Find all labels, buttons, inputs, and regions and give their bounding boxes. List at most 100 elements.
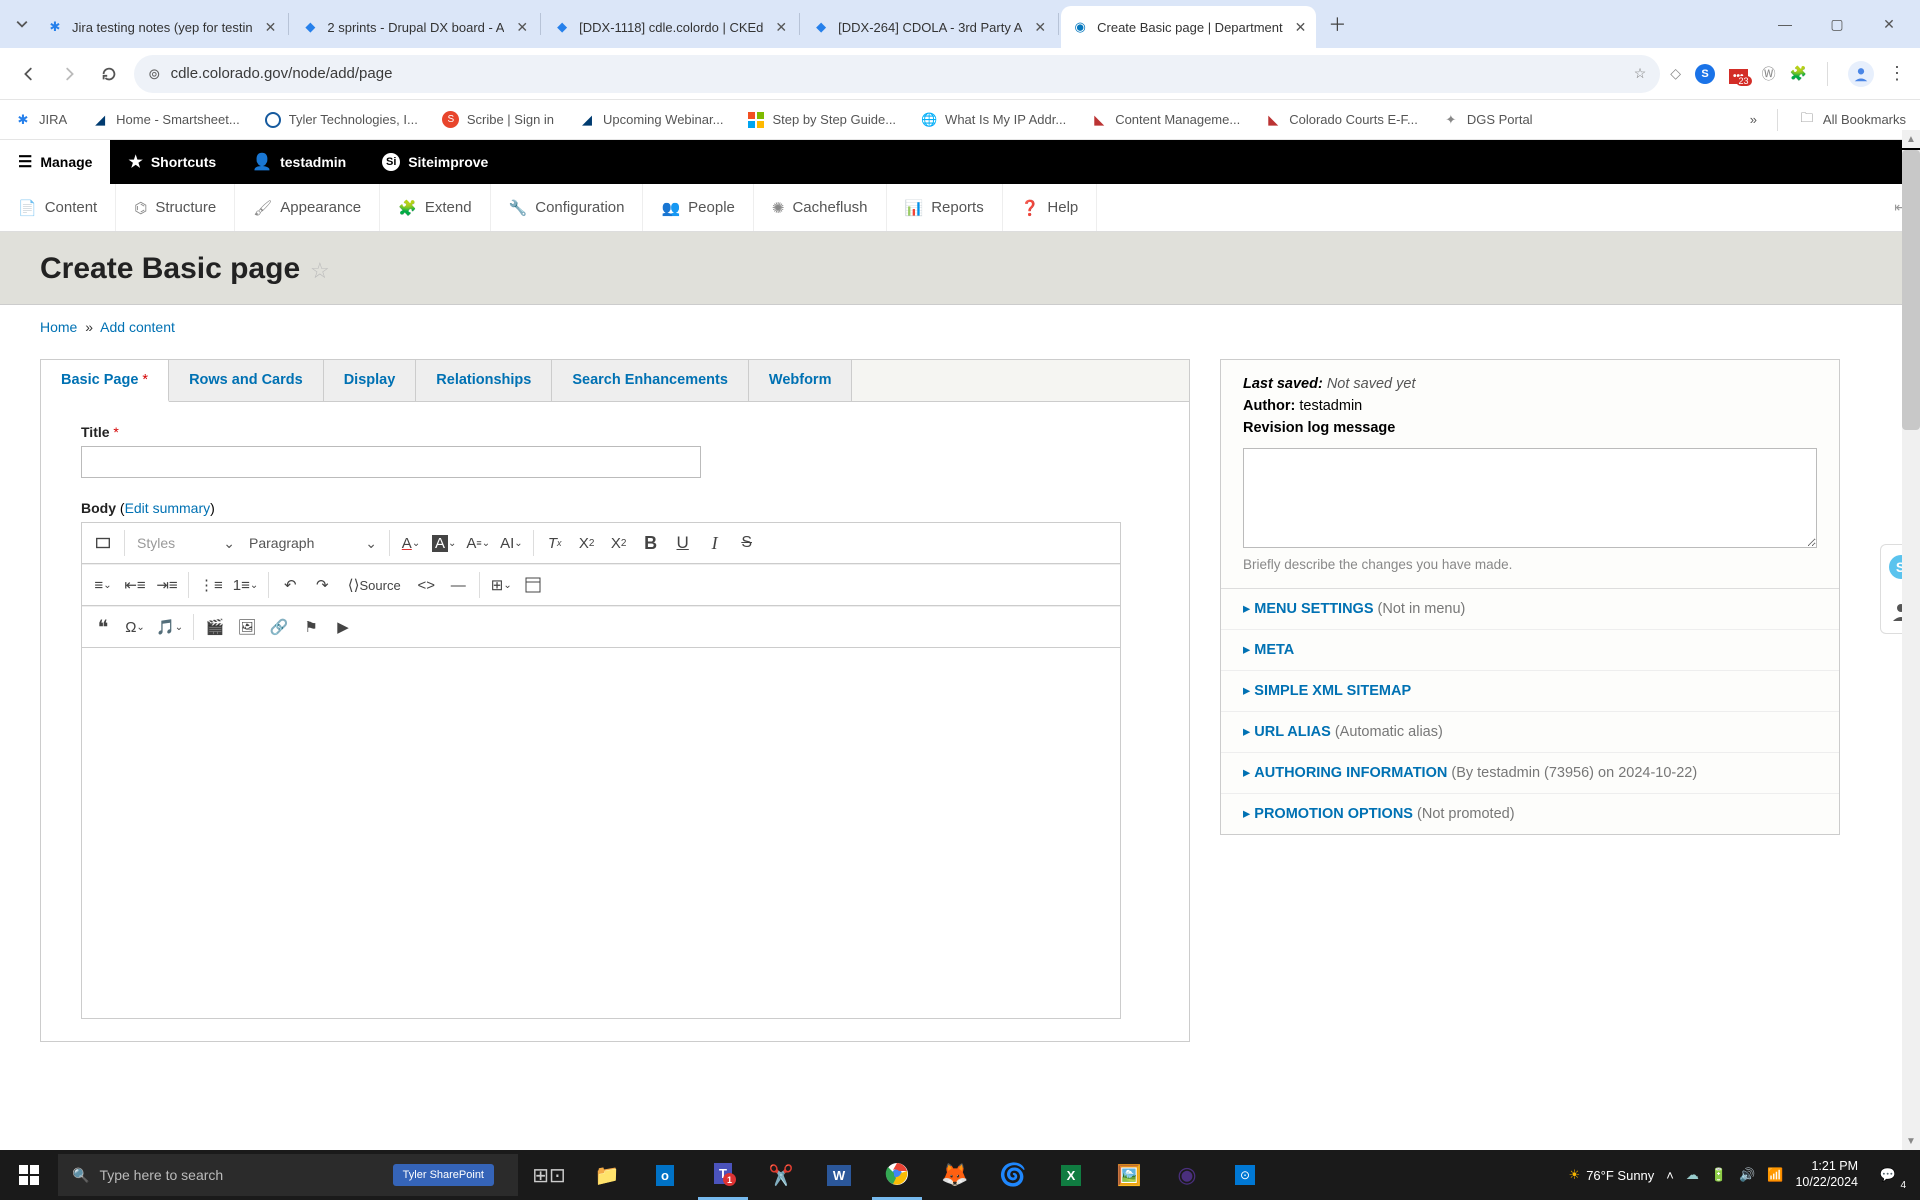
menu-extend[interactable]: 🧩Extend xyxy=(380,184,490,231)
remove-format-button[interactable]: Tx xyxy=(540,527,570,559)
profile-avatar[interactable] xyxy=(1848,61,1874,87)
details-sitemap[interactable]: ▸SIMPLE XML SITEMAP xyxy=(1221,671,1839,712)
lastpass-icon[interactable]: ••• 23 xyxy=(1729,66,1748,82)
bookmark-item[interactable]: ◣Content Manageme... xyxy=(1090,111,1240,129)
details-meta[interactable]: ▸META xyxy=(1221,630,1839,671)
templates-button[interactable] xyxy=(518,569,548,601)
menu-content[interactable]: 📄Content xyxy=(0,184,116,231)
start-button[interactable] xyxy=(0,1150,58,1200)
revision-log-textarea[interactable] xyxy=(1243,448,1817,548)
font-size-button[interactable]: A≡ ⌄ xyxy=(462,527,494,559)
url-omnibox[interactable]: ⊚ cdle.colorado.gov/node/add/page ☆ xyxy=(134,55,1660,93)
toolbar-manage[interactable]: ☰ Manage xyxy=(0,140,110,184)
menu-appearance[interactable]: 🖌Appearance xyxy=(235,184,380,231)
firefox-icon[interactable]: 🦊 xyxy=(930,1150,980,1200)
image-button[interactable]: 🖼 xyxy=(232,611,262,643)
close-icon[interactable]: ✕ xyxy=(1034,19,1046,36)
wifi-icon[interactable]: 📶 xyxy=(1767,1167,1783,1183)
edge-icon[interactable]: 🌀 xyxy=(988,1150,1038,1200)
bookmark-item[interactable]: ◢Home - Smartsheet... xyxy=(91,111,240,129)
toolbar-user[interactable]: 👤 testadmin xyxy=(234,140,364,184)
tab-rows-cards[interactable]: Rows and Cards xyxy=(169,360,324,401)
chrome-icon[interactable] xyxy=(872,1150,922,1200)
extension-icon[interactable]: S xyxy=(1695,64,1715,84)
menu-reports[interactable]: 📊Reports xyxy=(887,184,1003,231)
breadcrumb-add-content[interactable]: Add content xyxy=(100,319,175,335)
tyler-sharepoint-button[interactable]: Tyler SharePoint xyxy=(393,1164,494,1186)
browser-tab[interactable]: ◆ [DDX-264] CDOLA - 3rd Party A ✕ xyxy=(802,6,1056,48)
toolbar-shortcuts[interactable]: ★ Shortcuts xyxy=(110,140,234,184)
scrollbar-thumb[interactable] xyxy=(1902,150,1920,430)
title-input[interactable] xyxy=(81,446,701,478)
horizontal-rule-button[interactable]: — xyxy=(443,569,473,601)
menu-people[interactable]: 👥People xyxy=(643,184,753,231)
menu-cacheflush[interactable]: ✺Cacheflush xyxy=(754,184,887,231)
menu-structure[interactable]: ⌬Structure xyxy=(116,184,235,231)
app-icon[interactable]: ⊙ xyxy=(1220,1150,1270,1200)
media-button[interactable]: 🎵 ⌄ xyxy=(152,611,187,643)
extensions-puzzle-icon[interactable]: 🧩 xyxy=(1790,65,1807,82)
styles-dropdown[interactable]: Styles⌄ xyxy=(131,528,241,558)
file-explorer-icon[interactable]: 📁 xyxy=(582,1150,632,1200)
window-minimize[interactable]: — xyxy=(1762,6,1808,42)
scroll-down-button[interactable]: ▼ xyxy=(1902,1132,1920,1150)
bookmark-item[interactable]: 🌐What Is My IP Addr... xyxy=(920,111,1066,129)
details-promotion[interactable]: ▸PROMOTION OPTIONS (Not promoted) xyxy=(1221,794,1839,834)
code-button[interactable]: <> xyxy=(411,569,441,601)
extension-icon[interactable]: Ⓦ xyxy=(1762,64,1776,84)
bullet-list-button[interactable]: ⋮≡ xyxy=(195,569,227,601)
outlook-icon[interactable]: o xyxy=(640,1150,690,1200)
editor-body[interactable] xyxy=(82,648,1120,1018)
browser-tab-active[interactable]: ◉ Create Basic page | Department ✕ xyxy=(1061,6,1316,48)
details-authoring[interactable]: ▸AUTHORING INFORMATION (By testadmin (73… xyxy=(1221,753,1839,794)
ai-button[interactable]: AI ⌄ xyxy=(496,527,527,559)
strikethrough-button[interactable]: S xyxy=(732,527,762,559)
word-icon[interactable]: W xyxy=(814,1150,864,1200)
task-view-button[interactable]: ⊞⊡ xyxy=(524,1150,574,1200)
reload-button[interactable] xyxy=(94,59,124,89)
bookmark-item[interactable]: Tyler Technologies, I... xyxy=(264,111,418,129)
weather-widget[interactable]: ☀ 76°F Sunny xyxy=(1569,1167,1655,1183)
tray-chevron-up-icon[interactable]: ˄ xyxy=(1666,1168,1674,1183)
tab-search-enhancements[interactable]: Search Enhancements xyxy=(552,360,749,401)
bookmark-item[interactable]: ◣Colorado Courts E-F... xyxy=(1264,111,1418,129)
bookmarks-overflow[interactable]: » xyxy=(1750,112,1757,127)
scroll-up-button[interactable]: ▲ xyxy=(1902,130,1920,148)
outdent-button[interactable]: ⇤≡ xyxy=(120,569,150,601)
window-maximize[interactable]: ▢ xyxy=(1814,6,1860,42)
teams-icon[interactable]: T1 xyxy=(698,1150,748,1200)
table-button[interactable]: ⊞ ⌄ xyxy=(486,569,516,601)
italic-button[interactable]: I xyxy=(700,527,730,559)
toolbar-siteimprove[interactable]: Si Siteimprove xyxy=(364,140,506,184)
numbered-list-button[interactable]: 1≡ ⌄ xyxy=(229,569,263,601)
bookmark-item[interactable]: ◢Upcoming Webinar... xyxy=(578,111,723,129)
subscript-button[interactable]: X2 xyxy=(572,527,602,559)
eclipse-icon[interactable]: ◉ xyxy=(1162,1150,1212,1200)
forward-button[interactable] xyxy=(54,59,84,89)
excel-icon[interactable]: X xyxy=(1046,1150,1096,1200)
superscript-button[interactable]: X2 xyxy=(604,527,634,559)
system-clock[interactable]: 1:21 PM 10/22/2024 xyxy=(1795,1159,1858,1190)
details-menu-settings[interactable]: ▸MENU SETTINGS (Not in menu) xyxy=(1221,589,1839,630)
bg-color-button[interactable]: A ⌄ xyxy=(428,527,460,559)
extension-icon[interactable]: ◇ xyxy=(1670,65,1681,82)
back-button[interactable] xyxy=(14,59,44,89)
tab-search-dropdown[interactable] xyxy=(8,10,36,38)
window-close[interactable]: ✕ xyxy=(1866,6,1912,42)
anchor-button[interactable]: ⚑ xyxy=(296,611,326,643)
redo-button[interactable]: ↷ xyxy=(307,569,337,601)
tab-basic-page[interactable]: Basic Page * xyxy=(41,360,169,402)
snip-icon[interactable]: ✂️ xyxy=(756,1150,806,1200)
close-icon[interactable]: ✕ xyxy=(1295,19,1307,36)
close-icon[interactable]: ✕ xyxy=(516,19,528,36)
tab-display[interactable]: Display xyxy=(324,360,417,401)
battery-icon[interactable]: 🔋 xyxy=(1711,1167,1727,1183)
format-dropdown[interactable]: Paragraph⌄ xyxy=(243,528,383,558)
breadcrumb-home[interactable]: Home xyxy=(40,319,77,335)
insert-media-button[interactable]: 🎬 xyxy=(200,611,230,643)
underline-button[interactable]: U xyxy=(668,527,698,559)
bookmark-item[interactable]: SScribe | Sign in xyxy=(442,111,554,129)
close-icon[interactable]: ✕ xyxy=(265,19,277,36)
chrome-menu-icon[interactable]: ⋮ xyxy=(1888,63,1906,84)
browser-tab[interactable]: ✱ Jira testing notes (yep for testin ✕ xyxy=(36,6,286,48)
